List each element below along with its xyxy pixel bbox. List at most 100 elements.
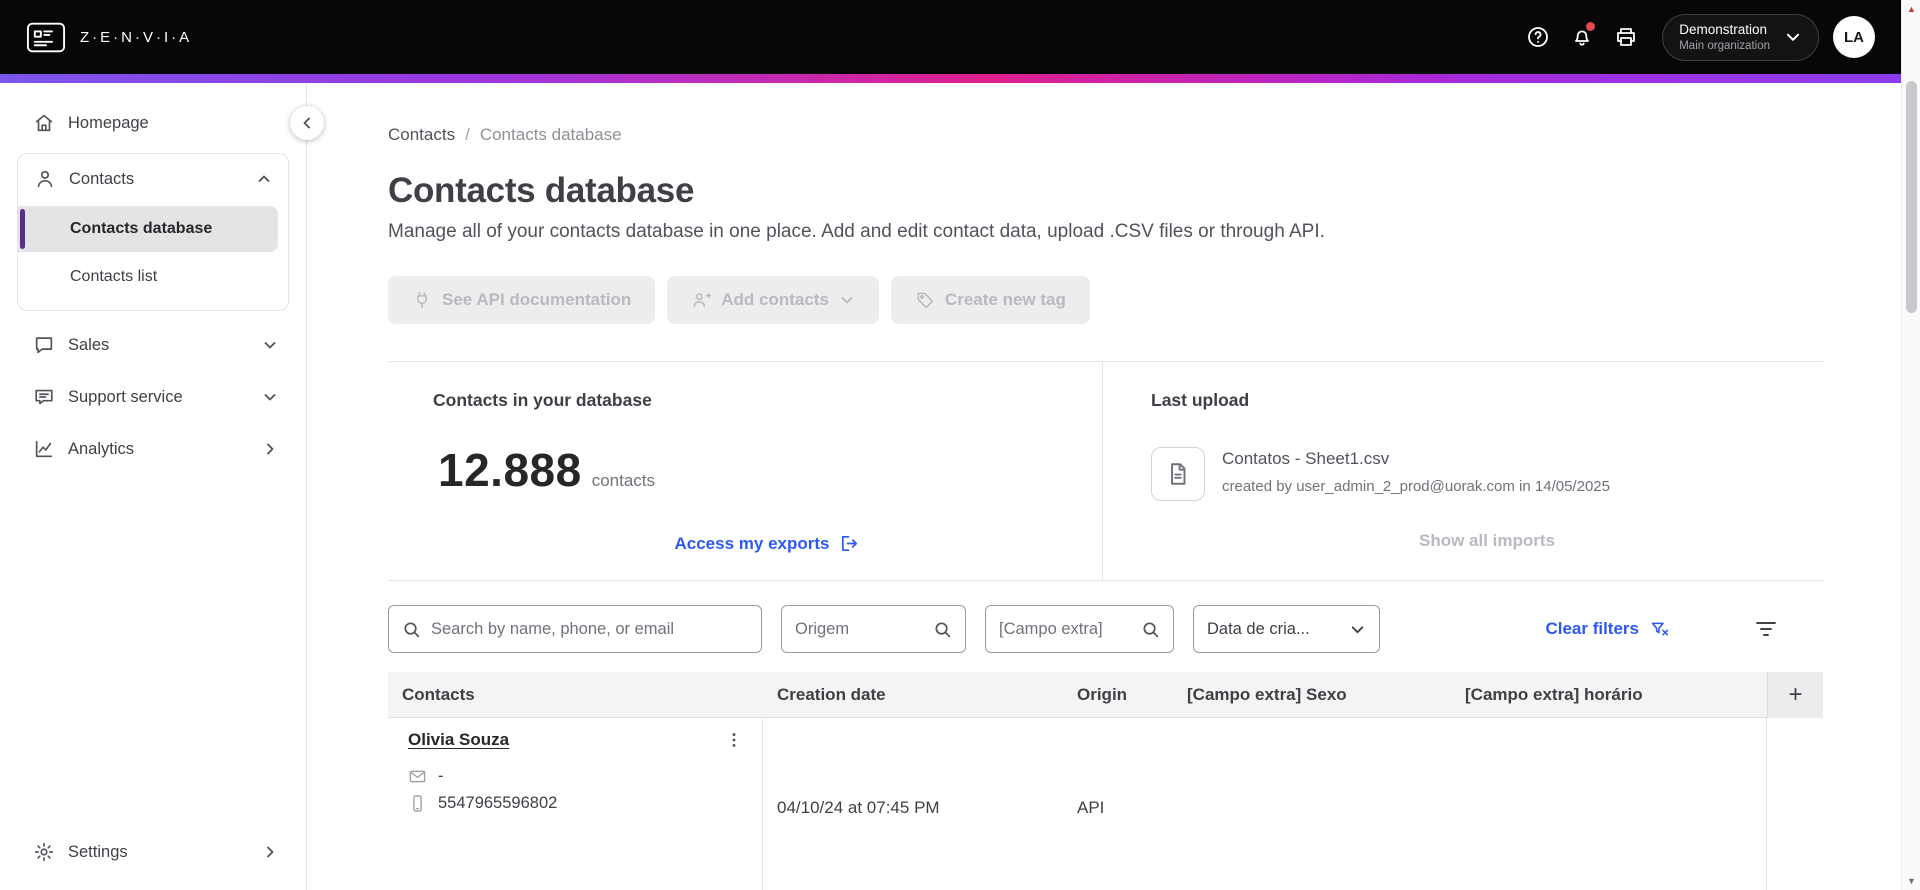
contacts-count-unit: contacts	[591, 471, 656, 490]
add-column-button[interactable]: +	[1767, 672, 1823, 718]
see-api-documentation-button[interactable]: See API documentation	[388, 276, 656, 324]
chat-bubble-icon	[35, 337, 53, 354]
contact-name-link[interactable]: Olivia Souza	[408, 730, 509, 750]
contacts-table: Contacts Creation date Origin [Campo ext…	[388, 672, 1823, 890]
contact-search-field[interactable]	[388, 605, 762, 653]
chevron-down-icon	[264, 342, 276, 349]
sidebar-item-support-service[interactable]: Support service	[0, 371, 306, 423]
extra-field-filter[interactable]	[985, 605, 1174, 653]
contact-email: -	[438, 767, 444, 785]
org-switcher-texts: Demonstration Main organization	[1679, 22, 1770, 52]
clear-filter-icon	[1651, 622, 1669, 636]
page-scrollbar[interactable]: ▲ ▼	[1901, 0, 1920, 890]
button-label: Add contacts	[721, 290, 829, 309]
sidebar-item-homepage[interactable]: Homepage	[0, 97, 306, 149]
contact-cell: Olivia Souza - 5547965596802	[388, 718, 763, 890]
scrollbar-up-arrow[interactable]: ▲	[1902, 0, 1920, 18]
last-upload-panel: Last upload Contatos - Sheet1.csv create…	[1103, 362, 1823, 580]
button-label: Create new tag	[944, 290, 1066, 309]
breadcrumb: Contacts / Contacts database	[388, 125, 1823, 145]
file-icon	[1171, 463, 1186, 485]
help-icon	[1528, 27, 1549, 47]
print-button[interactable]	[1604, 15, 1648, 59]
sidebar-item-label: Homepage	[68, 113, 149, 132]
sidebar-item-label: Support service	[68, 387, 183, 406]
campo-sexo-cell	[1173, 718, 1451, 890]
envelope-icon	[409, 770, 426, 783]
extra-field-input[interactable]	[999, 619, 1131, 639]
api-plug-icon	[417, 291, 427, 309]
filter-list-icon	[1756, 622, 1776, 636]
add-contacts-button[interactable]: Add contacts	[667, 276, 879, 324]
date-filter-label: Data de cria...	[1207, 619, 1310, 638]
user-avatar[interactable]: LA	[1833, 16, 1875, 58]
sidebar-item-label: Contacts list	[70, 268, 158, 285]
clear-filters-button[interactable]: Clear filters	[1545, 619, 1670, 640]
add-column-body-cell	[1767, 718, 1823, 890]
scrollbar-thumb[interactable]	[1906, 81, 1917, 313]
zenvia-logo-icon	[26, 22, 66, 53]
sidebar-item-label: Contacts database	[70, 220, 213, 237]
sidebar-item-sales[interactable]: Sales	[0, 319, 306, 371]
search-icon	[1143, 621, 1159, 637]
file-name: Contatos - Sheet1.csv	[1222, 449, 1390, 468]
filters-bar: Data de cria... Clear filters	[388, 605, 1823, 653]
contacts-count-panel: Contacts in your database 12.888 contact…	[388, 362, 1103, 580]
search-icon	[935, 621, 951, 637]
page-subtitle: Manage all of your contacts database in …	[388, 221, 1325, 242]
brand-name: Z·E·N·V·I·A	[80, 28, 193, 46]
chevron-right-icon	[267, 846, 274, 858]
access-my-exports-link[interactable]: Access my exports	[675, 533, 861, 554]
kebab-menu-icon	[732, 733, 736, 747]
org-subtitle: Main organization	[1679, 40, 1770, 52]
mobile-phone-icon	[413, 795, 422, 812]
main-content: Contacts / Contacts database Contacts da…	[307, 83, 1901, 890]
origin-filter-field[interactable]	[781, 605, 966, 653]
search-input[interactable]	[431, 619, 748, 639]
table-header-row: Contacts Creation date Origin [Campo ext…	[388, 672, 1823, 718]
last-upload-title: Last upload	[1151, 390, 1250, 410]
chevron-down-icon	[264, 394, 276, 401]
column-header-contacts: Contacts	[402, 685, 475, 704]
sidebar-collapse-button[interactable]	[290, 106, 324, 140]
breadcrumb-contacts[interactable]: Contacts	[388, 125, 455, 145]
button-label: See API documentation	[442, 290, 632, 309]
help-button[interactable]	[1516, 15, 1560, 59]
sidebar-item-contacts-list[interactable]: Contacts list	[18, 254, 278, 300]
file-box	[1151, 447, 1205, 501]
zenvia-logo[interactable]: Z·E·N·V·I·A	[26, 22, 192, 53]
sidebar-item-contacts[interactable]: Contacts	[18, 154, 288, 204]
support-chat-icon	[35, 389, 53, 405]
chevron-down-icon	[841, 297, 853, 304]
sidebar-item-label: Sales	[68, 335, 110, 354]
column-header-campo-horario: [Campo extra] horário	[1465, 685, 1643, 704]
campo-horario-cell	[1451, 718, 1767, 890]
org-switcher[interactable]: Demonstration Main organization	[1662, 13, 1819, 61]
table-row: Olivia Souza - 5547965596802 04/10/24 at…	[388, 718, 1823, 890]
filter-list-button[interactable]	[1753, 616, 1779, 642]
sidebar-item-contacts-database[interactable]: Contacts database	[18, 206, 278, 252]
gear-icon	[34, 842, 54, 862]
show-imports-wrap: Show all imports	[1151, 531, 1823, 551]
link-label: Access my exports	[674, 533, 830, 553]
row-menu-button[interactable]	[724, 730, 744, 750]
page-actions: See API documentation Add contacts Creat…	[388, 276, 1823, 324]
file-details: Contatos - Sheet1.csv created by user_ad…	[1222, 447, 1610, 501]
sidebar-item-settings[interactable]: Settings	[0, 826, 306, 878]
contacts-count-value: 12.888	[438, 444, 582, 496]
scrollbar-down-arrow[interactable]: ▼	[1902, 872, 1920, 890]
chevron-down-icon	[1351, 625, 1364, 633]
notifications-button[interactable]	[1560, 15, 1604, 59]
chevron-down-icon	[1786, 33, 1800, 41]
show-all-imports-button[interactable]: Show all imports	[1419, 531, 1555, 551]
create-new-tag-button[interactable]: Create new tag	[890, 276, 1090, 324]
creation-date-cell: 04/10/24 at 07:45 PM	[777, 798, 940, 817]
creation-date-filter-dropdown[interactable]: Data de cria...	[1193, 605, 1380, 653]
stats-panels: Contacts in your database 12.888 contact…	[388, 361, 1823, 581]
contact-phone: 5547965596802	[438, 794, 558, 812]
column-header-origin: Origin	[1077, 685, 1128, 704]
sidebar-item-analytics[interactable]: Analytics	[0, 423, 306, 475]
origin-input[interactable]	[795, 619, 923, 639]
analytics-chart-icon	[35, 440, 53, 458]
brand-gradient-bar	[0, 74, 1901, 83]
